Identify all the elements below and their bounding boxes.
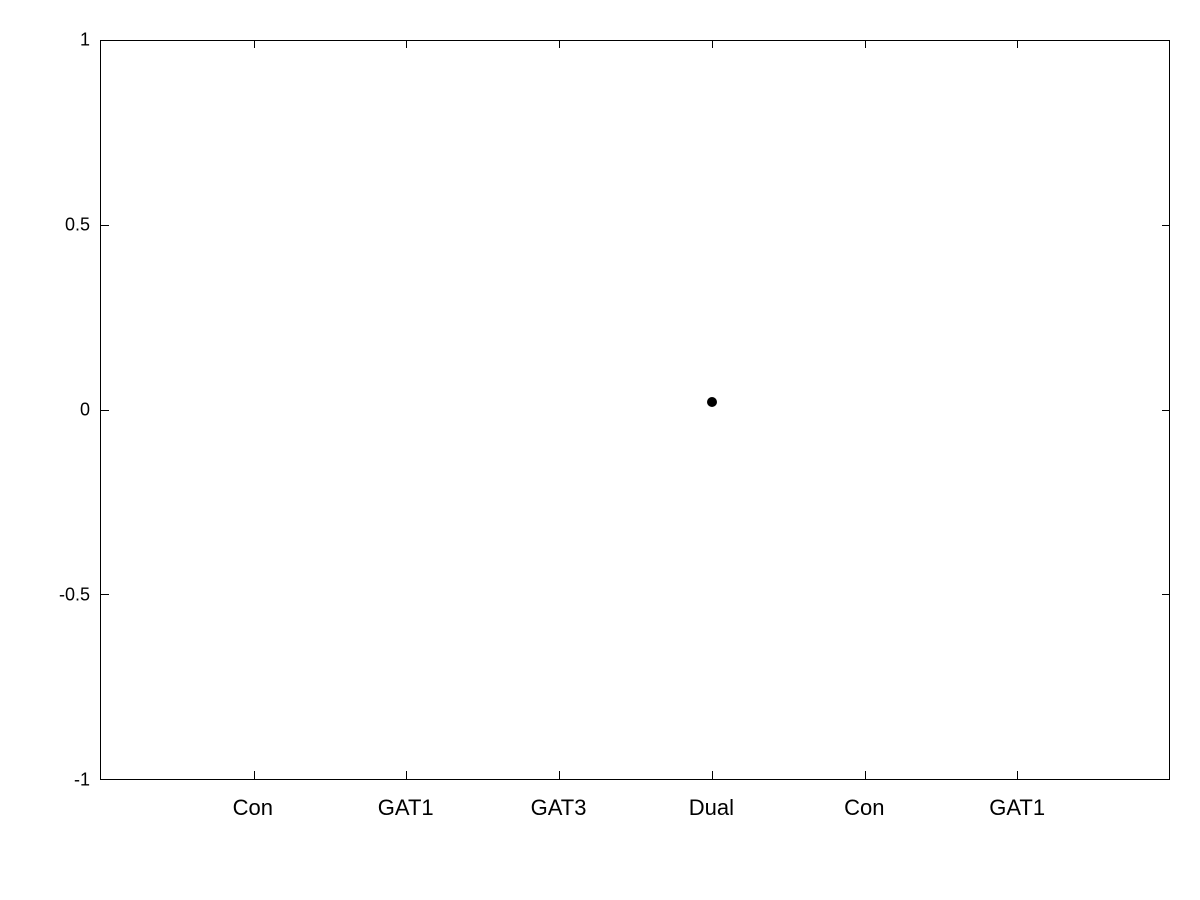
chart-container: 1 0.5 0 -0.5 -1 Con GAT1 GAT3 Dual Con GAT1 — [0, 0, 1200, 900]
tick-top-x — [712, 40, 713, 48]
x-tick-label: GAT1 — [378, 795, 434, 821]
chart-area — [100, 40, 1170, 780]
y-tick-label: -0.5 — [59, 585, 90, 606]
tick-right-y — [1162, 594, 1170, 595]
x-tick-label: Dual — [689, 795, 734, 821]
tick-right-y — [1162, 225, 1170, 226]
y-tick-label: 1 — [80, 30, 90, 51]
tick-bottom-x — [712, 771, 713, 779]
tick-bottom-x — [406, 771, 407, 779]
tick-top-x — [254, 40, 255, 48]
tick-right-y — [1162, 779, 1170, 780]
tick-bottom-x — [865, 771, 866, 779]
x-tick-label: Con — [233, 795, 273, 821]
x-tick-label: Con — [844, 795, 884, 821]
tick-left-y — [101, 225, 109, 226]
x-tick-label: GAT3 — [531, 795, 587, 821]
tick-left-y — [101, 594, 109, 595]
y-tick-label: 0 — [80, 400, 90, 421]
tick-top-x — [1017, 40, 1018, 48]
tick-right-y — [1162, 410, 1170, 411]
tick-bottom-x — [559, 771, 560, 779]
data-point — [707, 397, 717, 407]
tick-left-y — [101, 410, 109, 411]
tick-top-x — [406, 40, 407, 48]
x-tick-label: GAT1 — [989, 795, 1045, 821]
tick-top-x — [865, 40, 866, 48]
tick-top-x — [559, 40, 560, 48]
tick-left-y — [101, 779, 109, 780]
y-tick-label: 0.5 — [65, 215, 90, 236]
tick-bottom-x — [1017, 771, 1018, 779]
y-tick-label: -1 — [74, 770, 90, 791]
tick-left-y — [101, 40, 109, 41]
tick-right-y — [1162, 40, 1170, 41]
tick-bottom-x — [254, 771, 255, 779]
